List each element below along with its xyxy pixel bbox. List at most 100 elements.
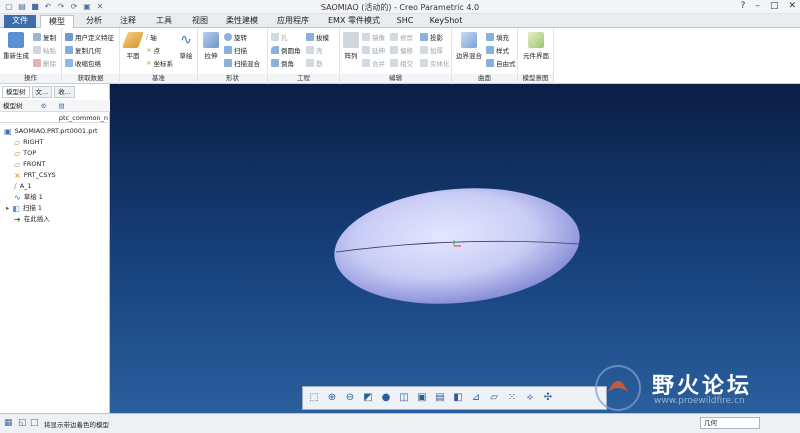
tab-favorites[interactable]: 收... [54, 86, 75, 98]
copy-geometry-button[interactable]: 复制几何 [65, 45, 101, 55]
component-interface-button[interactable]: 元件界面 [520, 32, 552, 60]
round-button[interactable]: 倒圆角 [271, 45, 301, 55]
csys-button[interactable]: ⨯ 坐标系 [146, 58, 173, 68]
paste-button[interactable]: 粘贴 [33, 45, 56, 55]
tree-settings-icon[interactable]: ⚙ [41, 102, 47, 110]
help-button[interactable]: ? [741, 1, 746, 11]
annotation-display-icon[interactable]: ⊿ [469, 391, 483, 405]
plane-button[interactable]: 平面 [122, 32, 144, 60]
rib-button[interactable]: 筋 [306, 58, 323, 68]
zoom-in-icon[interactable]: ⊕ [325, 391, 339, 405]
extrude-button[interactable]: 拉伸 [200, 32, 222, 60]
maximize-button[interactable]: □ [770, 1, 779, 11]
shell-button[interactable]: 壳 [306, 45, 323, 55]
tab-folder-browser[interactable]: 文... [31, 86, 53, 98]
udf-icon [65, 33, 73, 41]
sketch-button[interactable]: ∿ 草绘 [176, 32, 196, 60]
project-button[interactable]: 投影 [420, 32, 443, 42]
datum-plane-display-icon[interactable]: ▱ [487, 391, 501, 405]
style-icon [486, 46, 494, 54]
sweep-button[interactable]: 扫描 [224, 45, 247, 55]
tab-model-tree[interactable]: 模型树 [2, 86, 30, 98]
shrinkwrap-button[interactable]: 收缩包络 [65, 58, 101, 68]
regenerate-button[interactable]: 重新生成 [2, 32, 30, 60]
tree-item[interactable]: / A_1 [0, 181, 110, 192]
fill-button[interactable]: 填充 [486, 32, 509, 42]
tree-item[interactable]: ▱ FRONT [0, 159, 110, 170]
tree-item[interactable]: ▱ RIGHT [0, 137, 110, 148]
tree-item[interactable]: ➜ 在此插入 [0, 214, 110, 225]
chamfer-button[interactable]: 倒角 [271, 58, 294, 68]
axis-button[interactable]: / 轴 [146, 32, 157, 42]
navigator-toggle-icon[interactable]: ▦ [4, 418, 13, 428]
solidify-button[interactable]: 实体化 [420, 58, 450, 68]
expand-arrow-icon[interactable]: ▸ [6, 203, 9, 214]
tab-keyshot[interactable]: KeyShot [424, 15, 468, 28]
boundary-blend-icon [461, 32, 477, 48]
perspective-icon[interactable]: ▤ [433, 391, 447, 405]
paste-icon [33, 46, 41, 54]
udf-button[interactable]: 用户定义特征 [65, 32, 114, 42]
tab-model[interactable]: 模型 [40, 15, 74, 28]
display-style-icon[interactable]: ● [379, 391, 393, 405]
minimize-button[interactable]: – [755, 1, 760, 11]
selection-filter[interactable]: 几何 [700, 417, 760, 429]
tab-flexible-modeling[interactable]: 柔性建模 [220, 15, 264, 28]
intersect-button[interactable]: 相交 [390, 58, 413, 68]
delete-icon [33, 59, 41, 67]
section-icon[interactable]: ◧ [451, 391, 465, 405]
boundary-blend-button[interactable]: 边界混合 [454, 32, 484, 60]
point-button[interactable]: × 点 [146, 45, 160, 55]
graphics-viewport[interactable]: ⬚ ⊕ ⊖ ◩ ● ◫ ▣ ▤ ◧ ⊿ ▱ ⁙ ⟡ ✣ 野火论坛 www.pro… [110, 84, 800, 413]
trim-button[interactable]: 修剪 [390, 32, 413, 42]
merge-button[interactable]: 合并 [362, 58, 385, 68]
tab-emx[interactable]: EMX 零件模式 [322, 15, 386, 28]
tab-analysis[interactable]: 分析 [78, 15, 110, 28]
mirror-button[interactable]: 镜像 [362, 32, 385, 42]
tree-item-label: SAOMIAO.PRT.prt0001.prt [14, 127, 98, 135]
style-button[interactable]: 样式 [486, 45, 509, 55]
revolve-button[interactable]: 旋转 [224, 32, 247, 42]
draft-button[interactable]: 拔模 [306, 32, 329, 42]
csys-icon: ⨯ [14, 171, 21, 180]
offset-button[interactable]: 偏移 [390, 45, 413, 55]
zoom-out-icon[interactable]: ⊖ [343, 391, 357, 405]
view-manager-icon[interactable]: ▣ [415, 391, 429, 405]
close-button[interactable]: ✕ [788, 1, 796, 11]
status-message: 将显示带边着色的模型 [44, 421, 109, 429]
swept-blend-icon [224, 59, 232, 67]
extend-button[interactable]: 延伸 [362, 45, 385, 55]
browser-toggle-icon[interactable]: ◱ [18, 418, 27, 428]
group-label-engineering: 工程 [268, 74, 339, 83]
swept-blend-button[interactable]: 扫描混合 [224, 58, 260, 68]
hole-button[interactable]: 孔 [271, 32, 288, 42]
refit-icon[interactable]: ⬚ [307, 391, 321, 405]
freestyle-button[interactable]: 自由式 [486, 58, 516, 68]
sweep-icon [224, 46, 232, 54]
delete-button[interactable]: 删除 [33, 58, 56, 68]
tree-item[interactable]: ▱ TOP [0, 148, 110, 159]
repaint-icon[interactable]: ◩ [361, 391, 375, 405]
tree-item[interactable]: ▣ SAOMIAO.PRT.prt0001.prt [0, 126, 110, 137]
csys-display-icon[interactable]: ⟡ [523, 391, 537, 405]
spin-center-icon[interactable]: ✣ [541, 391, 555, 405]
tab-applications[interactable]: 应用程序 [270, 15, 316, 28]
group-label-operations: 操作 [0, 74, 61, 83]
left-panel-tabs: 模型树 文... 收... [0, 86, 110, 98]
tab-annotate[interactable]: 注释 [112, 15, 144, 28]
saved-orientations-icon[interactable]: ◫ [397, 391, 411, 405]
extend-icon [362, 46, 370, 54]
copy-button[interactable]: 复制 [33, 32, 56, 42]
tab-view[interactable]: 视图 [184, 15, 216, 28]
fullscreen-icon[interactable]: □ [30, 418, 39, 428]
tree-item[interactable]: ⨯ PRT_CSYS [0, 170, 110, 181]
tab-tools[interactable]: 工具 [148, 15, 180, 28]
tree-item[interactable]: ∿ 草绘 1 [0, 192, 110, 203]
tree-item[interactable]: ▸ ◧ 扫描 1 [0, 203, 110, 214]
pattern-button[interactable]: 阵列 [342, 32, 360, 60]
tab-file[interactable]: 文件 [4, 15, 36, 28]
thicken-button[interactable]: 加厚 [420, 45, 443, 55]
tree-filter-icon[interactable]: ▤ [58, 102, 64, 110]
datum-point-display-icon[interactable]: ⁙ [505, 391, 519, 405]
tab-shc[interactable]: SHC [390, 15, 420, 28]
